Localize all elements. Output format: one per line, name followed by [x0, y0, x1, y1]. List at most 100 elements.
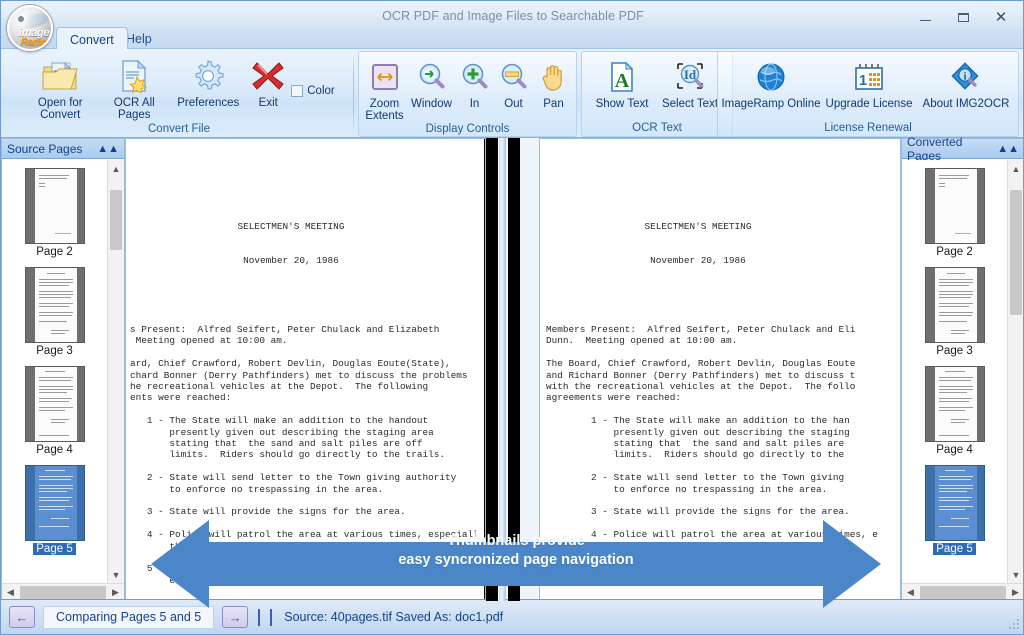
scroll-right-arrow-icon[interactable]: ▶: [1007, 587, 1023, 598]
window-title: OCR PDF and Image Files to Searchable PD…: [382, 9, 644, 23]
thumbnail-image[interactable]: [924, 267, 985, 343]
zoom-in-icon: [460, 58, 490, 96]
thumbnail-image-selected[interactable]: [924, 465, 985, 541]
scrollbar-thumb[interactable]: [20, 585, 106, 599]
source-panel-vertical-scrollbar[interactable]: ▲ ▼: [107, 160, 124, 583]
imageramp-logo-button[interactable]: image Ramp: [7, 5, 53, 51]
ribbon-group-license-renewal: ImageRamp Online 1 Upgrade License i Abo…: [717, 51, 1019, 137]
color-checkbox[interactable]: Color: [291, 85, 335, 97]
converted-document-viewer[interactable]: SELECTMEN'S MEETING November 20, 1986 Me…: [539, 138, 901, 601]
pan-button[interactable]: Pan: [534, 56, 574, 110]
ocr-all-pages-button[interactable]: OCR All Pages: [97, 55, 171, 121]
select-text-label: Select Text: [661, 98, 719, 110]
resize-grip-icon[interactable]: [1007, 617, 1021, 631]
svg-text:1: 1: [859, 72, 867, 89]
list-item[interactable]: Page 2: [902, 168, 1007, 258]
converted-panel-horizontal-scrollbar[interactable]: ◀ ▶: [902, 583, 1023, 600]
list-item[interactable]: Page 5: [902, 465, 1007, 555]
zoom-extents-button[interactable]: Zoom Extents: [362, 56, 408, 122]
color-checkbox-box[interactable]: [291, 85, 304, 97]
scroll-left-arrow-icon[interactable]: ◀: [2, 587, 19, 598]
thumbnail-image[interactable]: [24, 168, 85, 244]
status-source-text: Source: 40pages.tif Saved As: doc1.pdf: [284, 610, 504, 624]
source-document-viewer[interactable]: SELECTMEN'S MEETING November 20, 1986 s …: [125, 138, 486, 601]
double-chevron-up-icon[interactable]: ▲▲: [97, 143, 119, 155]
thumbnail-image[interactable]: [24, 366, 85, 442]
list-item[interactable]: Page 3: [902, 267, 1007, 357]
ribbon-group-title-display-controls: Display Controls: [425, 123, 510, 135]
ribbon-group-display-controls: Zoom Extents Window In Out Pan Display C…: [358, 51, 577, 137]
show-text-button[interactable]: A Show Text: [589, 56, 655, 110]
thumbnail-image-selected[interactable]: [24, 465, 85, 541]
upgrade-license-button[interactable]: 1 Upgrade License: [821, 56, 917, 110]
gear-icon: [191, 57, 225, 95]
pan-label: Pan: [543, 98, 564, 110]
zoom-out-button[interactable]: Out: [494, 56, 534, 110]
converted-thumbnail-list[interactable]: Page 2 Page 3 Page 4 Page 5: [902, 160, 1007, 583]
scroll-down-arrow-icon[interactable]: ▼: [108, 566, 124, 583]
about-img2ocr-label: About IMG2OCR: [922, 98, 1010, 110]
converted-document-page: SELECTMEN'S MEETING November 20, 1986 Me…: [540, 139, 900, 600]
list-item[interactable]: Page 5: [2, 465, 107, 555]
next-page-button[interactable]: →: [222, 606, 249, 628]
tab-convert[interactable]: Convert: [56, 27, 128, 49]
thumbnail-label: Page 2: [936, 246, 973, 258]
converted-pages-title: Converted Pages: [907, 134, 963, 163]
zoom-window-label: Window: [411, 98, 452, 110]
page-gutter-band-right: [508, 138, 520, 601]
thumbnail-image[interactable]: [924, 366, 985, 442]
preferences-button[interactable]: Preferences: [171, 55, 245, 109]
zoom-out-label: Out: [504, 98, 523, 110]
zoom-window-button[interactable]: Window: [408, 56, 456, 110]
scroll-up-arrow-icon[interactable]: ▲: [108, 160, 124, 177]
converted-heading-line1: SELECTMEN'S MEETING: [644, 220, 752, 232]
maximize-icon: [957, 12, 969, 22]
converted-panel-vertical-scrollbar[interactable]: ▲ ▼: [1007, 160, 1023, 583]
maximize-button[interactable]: [945, 5, 981, 29]
scroll-down-arrow-icon[interactable]: ▼: [1008, 566, 1023, 583]
list-item[interactable]: Page 4: [2, 366, 107, 456]
thumbnail-image[interactable]: [924, 168, 985, 244]
minimize-button[interactable]: [907, 5, 943, 29]
scroll-up-arrow-icon[interactable]: ▲: [1008, 160, 1023, 177]
zoom-extents-icon: [370, 58, 400, 96]
close-button[interactable]: ✕: [983, 5, 1019, 29]
list-item[interactable]: Page 3: [2, 267, 107, 357]
open-for-convert-button[interactable]: Open for Convert: [23, 55, 97, 121]
double-chevron-up-icon[interactable]: ▲▲: [997, 143, 1019, 155]
viewer-splitter[interactable]: [498, 138, 506, 601]
list-item[interactable]: Page 2: [2, 168, 107, 258]
source-panel-horizontal-scrollbar[interactable]: ◀ ▶: [2, 583, 124, 600]
svg-text:i: i: [964, 72, 967, 83]
ribbon-separator-1: [353, 55, 354, 131]
ribbon-group-title-convert-file: Convert File: [148, 123, 210, 135]
calendar-icon: 1: [853, 58, 885, 96]
ocr-all-pages-label: OCR All Pages: [113, 97, 155, 121]
zoom-window-icon: [417, 58, 447, 96]
svg-text:A: A: [615, 70, 630, 92]
red-x-icon: [252, 57, 284, 95]
application-window: OCR PDF and Image Files to Searchable PD…: [0, 0, 1024, 635]
zoom-in-button[interactable]: In: [456, 56, 494, 110]
globe-icon: [755, 58, 787, 96]
select-text-button[interactable]: Id Select Text: [655, 56, 725, 110]
scrollbar-thumb[interactable]: [110, 190, 122, 250]
thumbnail-label: Page 2: [36, 246, 73, 258]
scroll-right-arrow-icon[interactable]: ▶: [107, 587, 124, 598]
thumbnail-image[interactable]: [24, 267, 85, 343]
show-text-label: Show Text: [595, 98, 649, 110]
status-divider-2: [270, 608, 273, 626]
page-letter-a-icon: A: [608, 58, 636, 96]
about-img2ocr-button[interactable]: i About IMG2OCR: [917, 56, 1015, 110]
source-thumbnail-list[interactable]: Page 2 Page 3 Page 4 Page 5: [2, 160, 107, 583]
zoom-in-label: In: [469, 98, 480, 110]
source-heading-line1: SELECTMEN'S MEETING: [237, 220, 345, 232]
list-item[interactable]: Page 4: [902, 366, 1007, 456]
page-star-icon: [118, 57, 150, 95]
scroll-left-arrow-icon[interactable]: ◀: [902, 587, 919, 598]
scrollbar-thumb[interactable]: [1010, 190, 1022, 315]
imageramp-online-button[interactable]: ImageRamp Online: [721, 56, 821, 110]
previous-page-button[interactable]: ←: [9, 606, 35, 628]
scrollbar-thumb[interactable]: [920, 585, 1006, 599]
exit-button[interactable]: Exit: [245, 55, 291, 109]
